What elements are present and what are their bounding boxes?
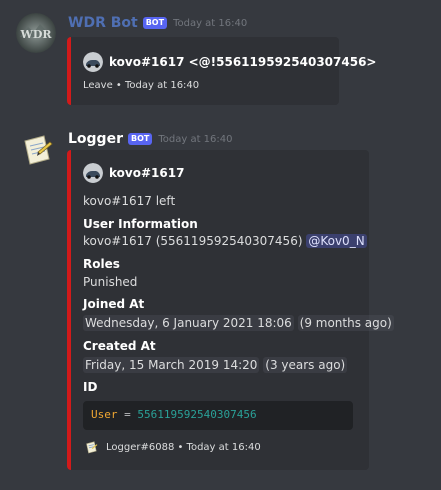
logger-embed: kovo#1617 kovo#1617 left User Informatio… [67,150,394,470]
created-relative-text: 3 years ago [269,358,341,372]
message-logger: Logger BOT Today at 16:40 kovo#1617 kovo… [0,120,441,490]
code-value: 556119592540307456 [137,408,257,421]
car-avatar-icon [83,52,103,72]
message-timestamp: Today at 16:40 [173,17,248,29]
field-title-joined: Joined At [83,297,145,311]
leave-embed: kovo#1617 <@!556119592540307456> Leave •… [67,37,376,105]
joined-relative-text: 9 months ago [304,316,388,330]
author-name[interactable]: Logger [68,131,123,147]
field-title-id: ID [83,380,98,394]
wdr-logo-avatar[interactable]: WDR [16,13,56,53]
joined-relative[interactable]: (9 months ago) [297,315,394,331]
embed-footer: Leave • Today at 16:40 [83,80,200,91]
created-relative[interactable]: (3 years ago) [263,357,348,373]
field-value-joined: Wednesday, 6 January 2021 18:06 (9 month… [83,315,394,331]
field-value-roles: Punished [83,275,138,289]
svg-text:WDR: WDR [19,28,52,41]
author-name[interactable]: WDR Bot [68,15,138,31]
embed-author-name[interactable]: kovo#1617 [109,166,184,180]
message-wdr-bot: WDR WDR Bot BOT Today at 16:40 kovo#1617… [0,0,441,120]
embed-footer-text: Logger#6088 • Today at 16:40 [106,441,261,453]
field-value-created: Friday, 15 March 2019 14:20 (3 years ago… [83,357,348,373]
created-date[interactable]: Friday, 15 March 2019 14:20 [83,357,260,373]
field-title-created: Created At [83,339,156,353]
notepad-avatar[interactable] [16,129,56,169]
car-avatar-icon [83,163,103,183]
field-title-roles: Roles [83,257,120,271]
embed-description: kovo#1617 left [83,194,176,208]
bot-tag: BOT [127,133,153,145]
field-title-user-info: User Information [83,217,198,231]
user-id-text: kovo#1617 (556119592540307456) [83,234,303,248]
message-timestamp: Today at 16:40 [158,133,233,145]
bot-tag: BOT [142,17,168,29]
code-operator: = [124,408,131,421]
id-code-block[interactable]: User = 556119592540307456 [83,401,353,430]
field-value-user-info: kovo#1617 (556119592540307456) @Kov0_N [83,234,367,248]
code-key: User [91,408,118,421]
user-mention[interactable]: @Kov0_N [306,234,367,248]
joined-date[interactable]: Wednesday, 6 January 2021 18:06 [83,315,294,331]
embed-footer: Logger#6088 • Today at 16:40 [83,439,261,455]
embed-title: kovo#1617 <@!556119592540307456> [109,55,377,69]
notepad-icon [83,439,99,455]
